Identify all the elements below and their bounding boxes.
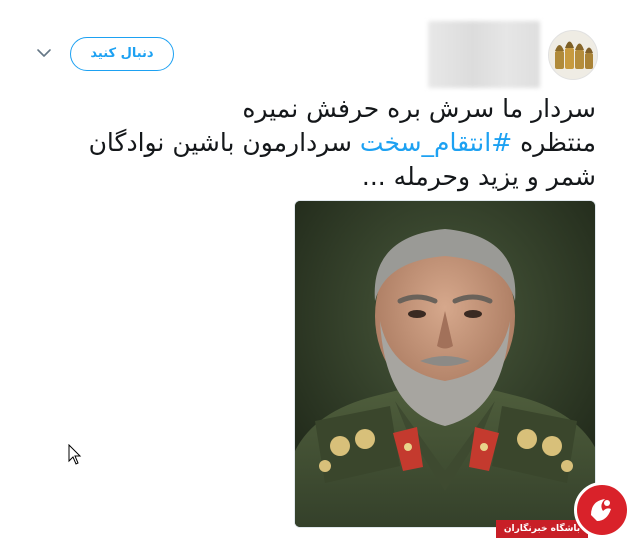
tweet-photo[interactable] (294, 200, 596, 528)
tweet-text-line-2-suffix: سردارمون باشین نوادگان (88, 128, 360, 157)
tweet-text-line-1: سردار ما سرش بره حرفش نمیره (242, 94, 596, 123)
watermark-label: باشگاه خبرنگاران (496, 520, 588, 538)
mouse-pointer-icon (68, 443, 82, 466)
chevron-down-icon[interactable] (35, 44, 53, 62)
tweet-text-line-2: منتظره #انتقام_سخت سردارمون باشین نوادگا… (30, 126, 596, 160)
user-name-blurred (428, 21, 540, 88)
tweet-text: سردار ما سرش بره حرفش نمیره منتظره #انتق… (30, 92, 596, 194)
follow-button[interactable]: دنبال کنید (70, 37, 174, 71)
hashtag-link[interactable]: #انتقام_سخت (360, 128, 512, 157)
avatar[interactable] (548, 30, 598, 80)
tweet-text-line-3: شمر و یزید وحرمله ... (361, 162, 596, 191)
tweet-card: دنبال کنید سردار ما سرش بره حرفش نمیره م… (0, 0, 632, 542)
bullets-avatar-icon (549, 31, 597, 79)
watermark-logo: باشگاه خبرنگاران (496, 482, 632, 542)
portrait-photo (295, 201, 595, 527)
watermark-circle-icon (574, 482, 630, 538)
tweet-text-line-2-prefix: منتظره (512, 128, 596, 157)
